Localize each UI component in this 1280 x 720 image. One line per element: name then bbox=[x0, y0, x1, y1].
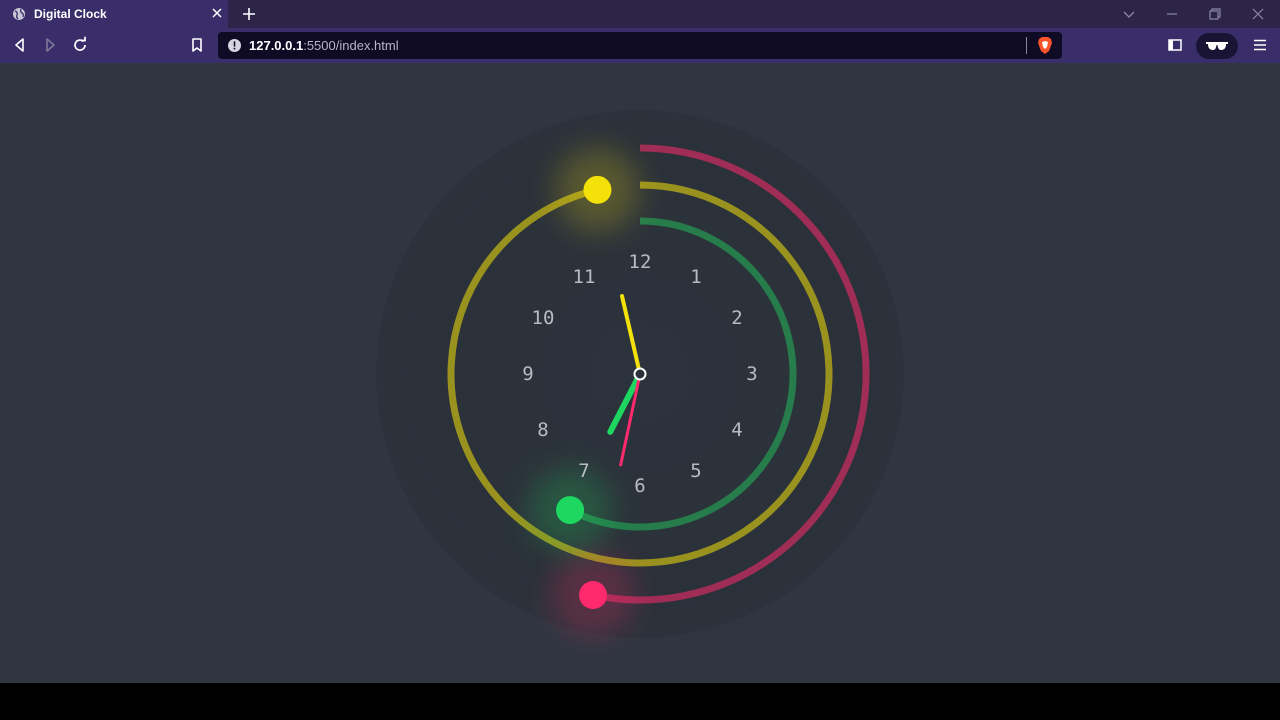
tab-search-icon[interactable] bbox=[1121, 6, 1137, 22]
hours-indicator-dot bbox=[583, 175, 612, 204]
clock-number-4: 4 bbox=[731, 419, 742, 441]
back-icon[interactable] bbox=[11, 36, 29, 54]
bookmark-icon[interactable] bbox=[188, 36, 206, 54]
close-window-icon[interactable] bbox=[1250, 6, 1266, 22]
restore-icon[interactable] bbox=[1207, 6, 1223, 22]
address-bar[interactable]: 127.0.0.1:5500/index.html bbox=[218, 32, 1062, 59]
private-window-button[interactable] bbox=[1196, 33, 1238, 59]
url-text: 127.0.0.1:5500/index.html bbox=[249, 38, 399, 53]
minimize-icon[interactable] bbox=[1164, 6, 1180, 22]
url-host: 127.0.0.1 bbox=[249, 38, 304, 53]
site-info-icon[interactable] bbox=[227, 38, 242, 53]
reload-icon[interactable] bbox=[71, 36, 89, 54]
menu-icon[interactable] bbox=[1251, 36, 1269, 54]
sunglasses-icon bbox=[1206, 42, 1228, 50]
center-pin bbox=[633, 367, 647, 381]
address-divider bbox=[1026, 37, 1027, 54]
close-tab-icon[interactable] bbox=[210, 6, 224, 20]
new-tab-icon[interactable] bbox=[241, 6, 257, 22]
clock-number-7: 7 bbox=[578, 460, 589, 482]
clock-number-1: 1 bbox=[690, 266, 701, 288]
clock-number-9: 9 bbox=[522, 363, 533, 385]
clock-number-5: 5 bbox=[690, 460, 701, 482]
forward-icon[interactable] bbox=[41, 36, 59, 54]
clock-number-8: 8 bbox=[537, 419, 548, 441]
clock-number-3: 3 bbox=[746, 363, 757, 385]
browser-tab[interactable]: Digital Clock bbox=[0, 0, 228, 28]
sidebar-icon[interactable] bbox=[1166, 36, 1184, 54]
url-path: :5500/index.html bbox=[303, 38, 399, 53]
browser-toolbar: 127.0.0.1:5500/index.html bbox=[0, 28, 1280, 63]
tab-title: Digital Clock bbox=[34, 7, 107, 21]
clock-number-10: 10 bbox=[532, 307, 555, 329]
tab-strip: Digital Clock bbox=[0, 0, 1280, 28]
clock-number-12: 12 bbox=[629, 251, 652, 273]
clock-number-11: 11 bbox=[573, 266, 596, 288]
brave-shields-icon[interactable] bbox=[1036, 36, 1054, 55]
bottom-bar bbox=[0, 683, 1280, 720]
clock: 121234567891011 bbox=[376, 110, 904, 638]
globe-icon bbox=[13, 8, 25, 20]
page-content: 12 1 2 3 4 5 6 7 8 9 10 11 bbox=[0, 63, 1280, 683]
clock-number-2: 2 bbox=[731, 307, 742, 329]
clock-number-6: 6 bbox=[634, 475, 645, 497]
seconds-indicator-dot bbox=[579, 581, 608, 610]
minutes-indicator-dot bbox=[556, 496, 585, 525]
